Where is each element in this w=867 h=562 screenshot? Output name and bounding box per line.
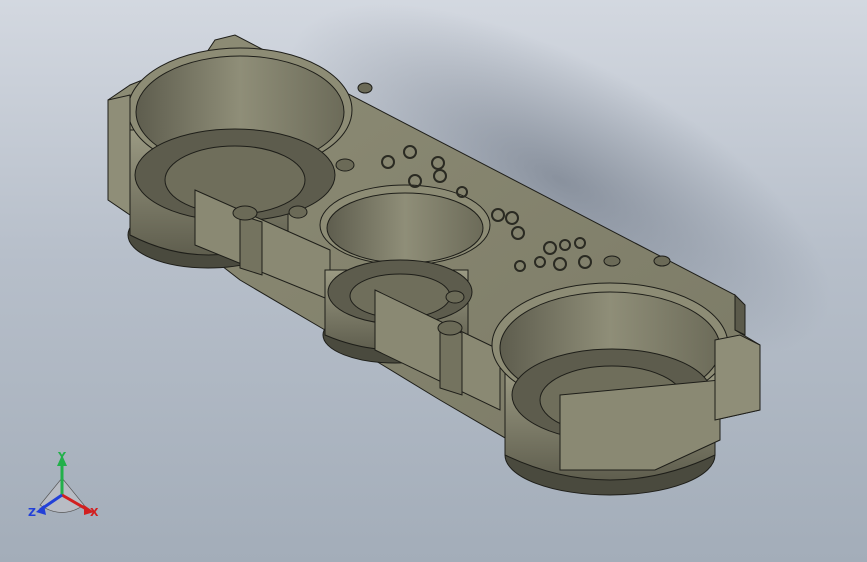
y-axis-label: Y	[57, 450, 67, 463]
model-canvas[interactable]: Y X Z	[0, 0, 867, 562]
z-axis-label: Z	[28, 506, 36, 519]
left-meter-cup	[107, 47, 353, 301]
x-axis-label: X	[90, 506, 99, 519]
view-triad[interactable]: Y X Z	[28, 450, 99, 519]
3d-viewport[interactable]: Y X Z	[0, 0, 867, 562]
